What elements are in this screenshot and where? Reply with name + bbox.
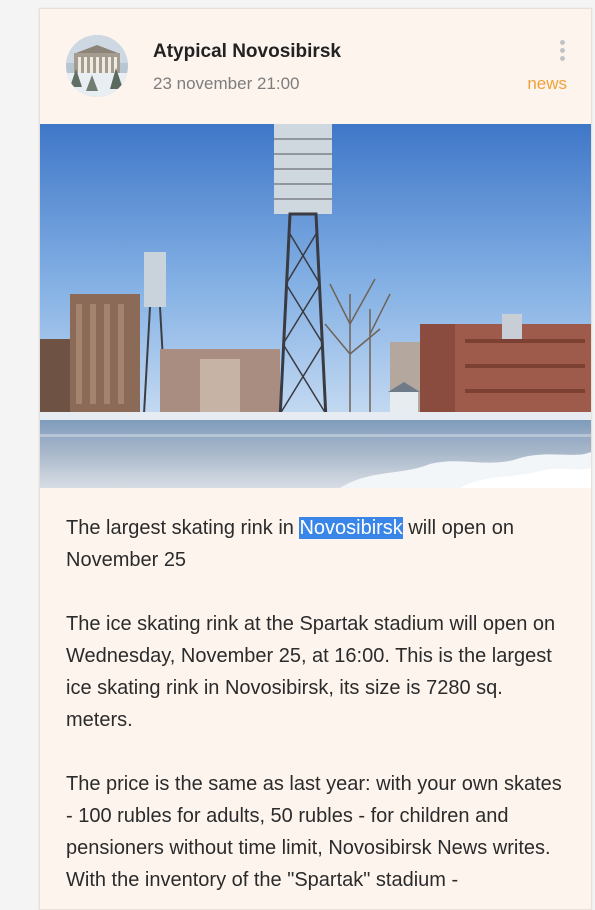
- category-tag[interactable]: news: [527, 74, 567, 94]
- headline-paragraph: The largest skating rink in Novosibirsk …: [66, 512, 571, 576]
- post-body: The largest skating rink in Novosibirsk …: [66, 512, 571, 909]
- post-header: Atypical Novosibirsk 23 november 21:00 n…: [40, 9, 591, 125]
- more-dot: [559, 40, 565, 45]
- headline-text-before: The largest skating rink in: [66, 517, 300, 539]
- avatar[interactable]: [66, 35, 128, 97]
- paragraph-opening-details: The ice skating rink at the Spartak stad…: [66, 613, 556, 731]
- avatar-image: [66, 35, 128, 97]
- highlighted-text[interactable]: Novosibirsk: [299, 517, 403, 539]
- more-vertical-icon[interactable]: [554, 40, 570, 66]
- more-dot: [559, 56, 565, 61]
- post-card: Atypical Novosibirsk 23 november 21:00 n…: [39, 8, 592, 910]
- author-name[interactable]: Atypical Novosibirsk: [153, 41, 341, 63]
- more-dot: [559, 48, 565, 53]
- post-photo[interactable]: [40, 124, 591, 488]
- post-date: 23 november 21:00: [153, 74, 300, 93]
- stadium-rink-image: [40, 124, 591, 488]
- paragraph-prices: The price is the same as last year: with…: [66, 773, 562, 891]
